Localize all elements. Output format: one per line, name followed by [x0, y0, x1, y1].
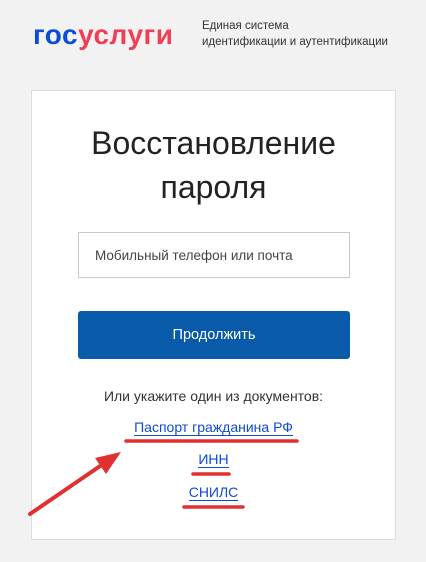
inn-link[interactable]: ИНН	[32, 451, 395, 468]
continue-button[interactable]: Продолжить	[78, 311, 350, 359]
page-title-line2: пароля	[160, 169, 267, 205]
password-recovery-card: Восстановление пароля Продолжить Или ука…	[31, 90, 396, 540]
logo-part-uslugi: услуги	[78, 19, 174, 50]
logo-subtitle-line2: идентификации и аутентификации	[202, 36, 388, 48]
inn-link-label: ИНН	[198, 451, 229, 468]
logo-subtitle-line1: Единая система	[202, 20, 289, 32]
logo-subtitle: Единая система идентификации и аутентифи…	[202, 18, 388, 50]
header: госуслуги Единая система идентификации и…	[33, 14, 413, 64]
passport-link[interactable]: Паспорт гражданина РФ	[32, 419, 395, 436]
logo-part-gos: гос	[33, 19, 79, 50]
phone-or-email-input[interactable]	[78, 232, 350, 278]
snils-link[interactable]: СНИЛС	[32, 484, 395, 501]
page-title: Восстановление пароля	[32, 121, 395, 209]
page-title-line1: Восстановление	[91, 125, 336, 161]
gosuslugi-logo[interactable]: госуслуги	[33, 18, 173, 52]
passport-link-label: Паспорт гражданина РФ	[134, 419, 293, 436]
snils-link-label: СНИЛС	[188, 484, 239, 501]
documents-label: Или укажите один из документов:	[103, 388, 324, 404]
